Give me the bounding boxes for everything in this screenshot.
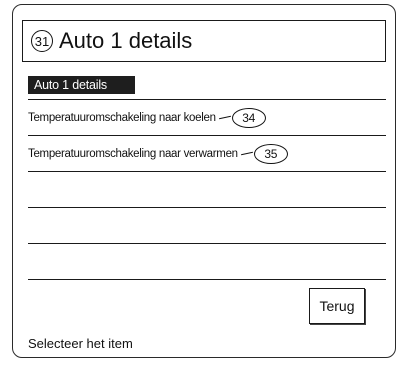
title-callout-number: 31 bbox=[31, 30, 53, 52]
lcd-screen: Auto 1 details Temperatuuromschakeling n… bbox=[22, 71, 386, 356]
title-text: Auto 1 details bbox=[59, 28, 193, 53]
menu-item-heating-changeover[interactable]: Temperatuuromschakeling naar verwarmen 3… bbox=[28, 136, 386, 172]
menu-item-label: Temperatuuromschakeling naar koelen bbox=[28, 111, 216, 124]
callout-number: 35 bbox=[253, 143, 288, 164]
callout-leader-line bbox=[240, 151, 253, 156]
back-button[interactable]: Terug bbox=[309, 288, 365, 324]
status-text: Selecteer het item bbox=[28, 336, 133, 351]
page-title: 31 Auto 1 details bbox=[22, 20, 386, 62]
screen-header: Auto 1 details bbox=[28, 76, 135, 94]
menu-item-empty bbox=[28, 208, 386, 244]
menu-item-empty bbox=[28, 172, 386, 208]
menu-item-cooling-changeover[interactable]: Temperatuuromschakeling naar koelen 34 bbox=[28, 100, 386, 136]
callout-number: 34 bbox=[231, 107, 266, 128]
callout: 34 bbox=[218, 107, 266, 128]
menu-item-empty bbox=[28, 244, 386, 280]
menu-item-label: Temperatuuromschakeling naar verwarmen bbox=[28, 147, 238, 160]
callout: 35 bbox=[240, 143, 288, 164]
callout-leader-line bbox=[218, 115, 231, 120]
